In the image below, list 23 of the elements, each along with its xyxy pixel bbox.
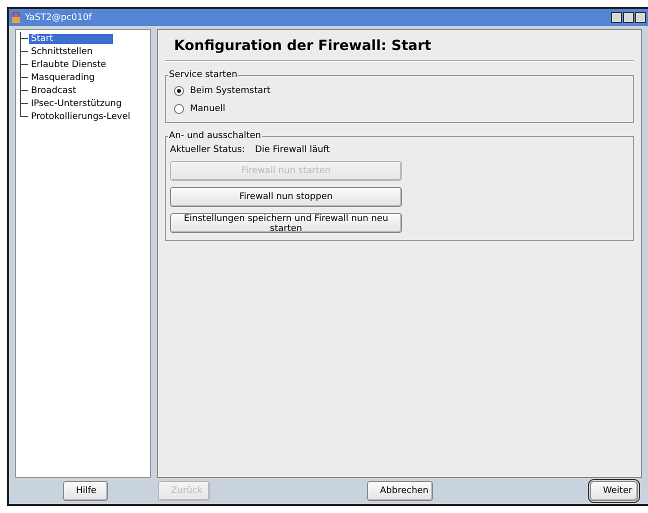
footer-button[interactable]: Hilfe — [63, 481, 108, 501]
window-title: YaST2@pc010f — [25, 12, 93, 22]
sidebar-item[interactable]: Masquerading — [29, 72, 97, 82]
action-button[interactable]: Einstellungen speichern und Firewall nun neu starten — [170, 213, 402, 233]
action-button[interactable]: Firewall nun stoppen — [170, 187, 402, 207]
status-label: Aktueller Status: — [170, 145, 245, 155]
sidebar-item[interactable]: Broadcast — [29, 86, 78, 96]
sidebar-item[interactable]: Start — [29, 34, 113, 44]
group-title: Service starten — [168, 70, 238, 80]
radio-button[interactable] — [174, 86, 184, 96]
footer-button[interactable]: Abbrechen — [367, 481, 433, 501]
footer-button[interactable]: Weiter — [590, 481, 638, 501]
page-heading: Konfiguration der Firewall: Start — [174, 38, 432, 54]
lock-icon — [11, 12, 21, 23]
status-value: Die Firewall läuft — [254, 145, 330, 155]
sidebar-item[interactable]: IPsec-Unterstützung — [29, 98, 124, 108]
radio-label[interactable]: Manuell — [190, 104, 226, 114]
sidebar-item[interactable]: Protokollierungs-Level — [29, 112, 132, 122]
sidebar-item[interactable]: Schnittstellen — [29, 46, 95, 56]
radio-label[interactable]: Beim Systemstart — [190, 86, 270, 96]
sidebar-item[interactable]: Erlaubte Dienste — [29, 60, 108, 70]
radio-button[interactable] — [174, 104, 184, 114]
group-title: An- und ausschalten — [168, 131, 262, 141]
